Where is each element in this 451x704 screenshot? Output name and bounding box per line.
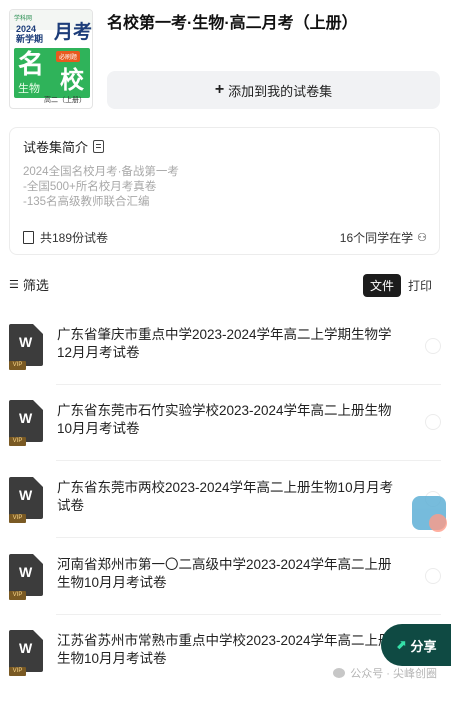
item-title: 广东省东莞市两校2023-2024学年高二上册生物10月月考试卷 <box>57 480 394 513</box>
select-radio[interactable] <box>425 414 441 430</box>
learners-count[interactable]: 16个同学在学 ⚇ <box>340 229 427 246</box>
floating-assistant-icon[interactable] <box>412 496 447 532</box>
intro-line: -135名高级教师联合汇编 <box>23 196 150 208</box>
vip-badge: VIP <box>9 361 26 370</box>
intro-card: 试卷集简介 2024全国名校月考·备战第一考 -全国500+所名校月考真卷 -1… <box>9 127 440 255</box>
watermark: 公众号 · 尖峰创圈 <box>333 665 437 681</box>
tab-print[interactable]: 打印 <box>401 274 439 297</box>
paper-count-label: 共189份试卷 <box>40 231 109 245</box>
list-item[interactable]: W VIP 河南省郑州市第一〇二高级中学2023-2024学年高二上册生物10月… <box>9 554 441 628</box>
share-label: 分享 <box>410 638 437 654</box>
document-icon <box>93 140 105 153</box>
add-to-collection-button[interactable]: + 添加到我的试卷集 <box>107 71 440 109</box>
wechat-icon <box>333 668 346 678</box>
view-toggle: 文件 打印 <box>362 274 439 297</box>
filter-button[interactable]: ☰ 筛选 <box>9 275 49 294</box>
list-item[interactable]: W VIP 广东省肇庆市重点中学2023-2024学年高二上学期生物学12月月考… <box>9 324 441 398</box>
cover-tag: 必刷题 <box>56 51 81 62</box>
vip-badge: VIP <box>9 514 26 523</box>
item-title: 广东省肇庆市重点中学2023-2024学年高二上学期生物学12月月考试卷 <box>57 327 392 360</box>
cover-xiao: 校 <box>60 67 84 94</box>
watermark-text: 公众号 · 尖峰创圈 <box>350 668 437 680</box>
select-radio[interactable] <box>425 568 441 584</box>
paper-count: 共189份试卷 <box>23 229 108 246</box>
share-icon: ⬈ <box>395 637 407 652</box>
item-title: 河南省郑州市第一〇二高级中学2023-2024学年高二上册生物10月月考试卷 <box>57 557 392 590</box>
vip-badge: VIP <box>9 667 26 676</box>
word-doc-icon: W <box>9 554 43 596</box>
cover-subject: 生物 <box>18 83 40 95</box>
cover-ming: 名 <box>18 49 45 79</box>
learners-label: 16个同学在学 <box>339 231 414 245</box>
word-doc-icon: W <box>9 630 43 672</box>
list-item[interactable]: W VIP 广东省东莞市两校2023-2024学年高二上册生物10月月考试卷 <box>9 477 441 551</box>
page-title: 名校第一考·生物·高二月考（上册） <box>107 15 358 32</box>
divider <box>56 614 441 615</box>
cover-year: 2024 新学期 <box>16 24 44 44</box>
divider <box>56 384 441 385</box>
vip-badge: VIP <box>9 591 26 600</box>
cover-image: 学科网 2024 新学期 月考 名 必刷题 校 生物 高二（上册） <box>9 9 93 109</box>
cover-grade: 高二（上册） <box>44 97 86 104</box>
list-icon <box>23 231 34 244</box>
divider <box>56 537 441 538</box>
user-icon: ⚇ <box>417 232 427 244</box>
list-item[interactable]: W VIP 广东省东莞市石竹实验学校2023-2024学年高二上册生物10月月考… <box>9 400 441 474</box>
divider <box>56 460 441 461</box>
word-doc-icon: W <box>9 324 43 366</box>
filter-icon: ☰ <box>9 279 19 291</box>
item-title: 广东省东莞市石竹实验学校2023-2024学年高二上册生物10月月考试卷 <box>57 403 392 436</box>
cover-brand: 学科网 <box>14 16 33 22</box>
intro-line: -全国500+所名校月考真卷 <box>23 181 157 193</box>
intro-description: 2024全国名校月考·备战第一考 -全国500+所名校月考真卷 -135名高级教… <box>23 165 179 210</box>
select-radio[interactable] <box>425 338 441 354</box>
vip-badge: VIP <box>9 437 26 446</box>
add-label: 添加到我的试卷集 <box>228 83 333 99</box>
intro-line: 2024全国名校月考·备战第一考 <box>23 166 179 178</box>
word-doc-icon: W <box>9 400 43 442</box>
intro-heading: 试卷集简介 <box>23 137 105 156</box>
item-title: 江苏省苏州市常熟市重点中学校2023-2024学年高二上册生物10月月考试卷 <box>57 633 392 666</box>
share-button[interactable]: ⬈ 分享 <box>381 624 451 666</box>
word-doc-icon: W <box>9 477 43 519</box>
cover-big-title: 月考 <box>54 22 93 43</box>
plus-icon: + <box>214 81 225 98</box>
tab-file[interactable]: 文件 <box>362 274 401 297</box>
filter-label: 筛选 <box>22 278 49 293</box>
intro-heading-label: 试卷集简介 <box>23 140 89 155</box>
